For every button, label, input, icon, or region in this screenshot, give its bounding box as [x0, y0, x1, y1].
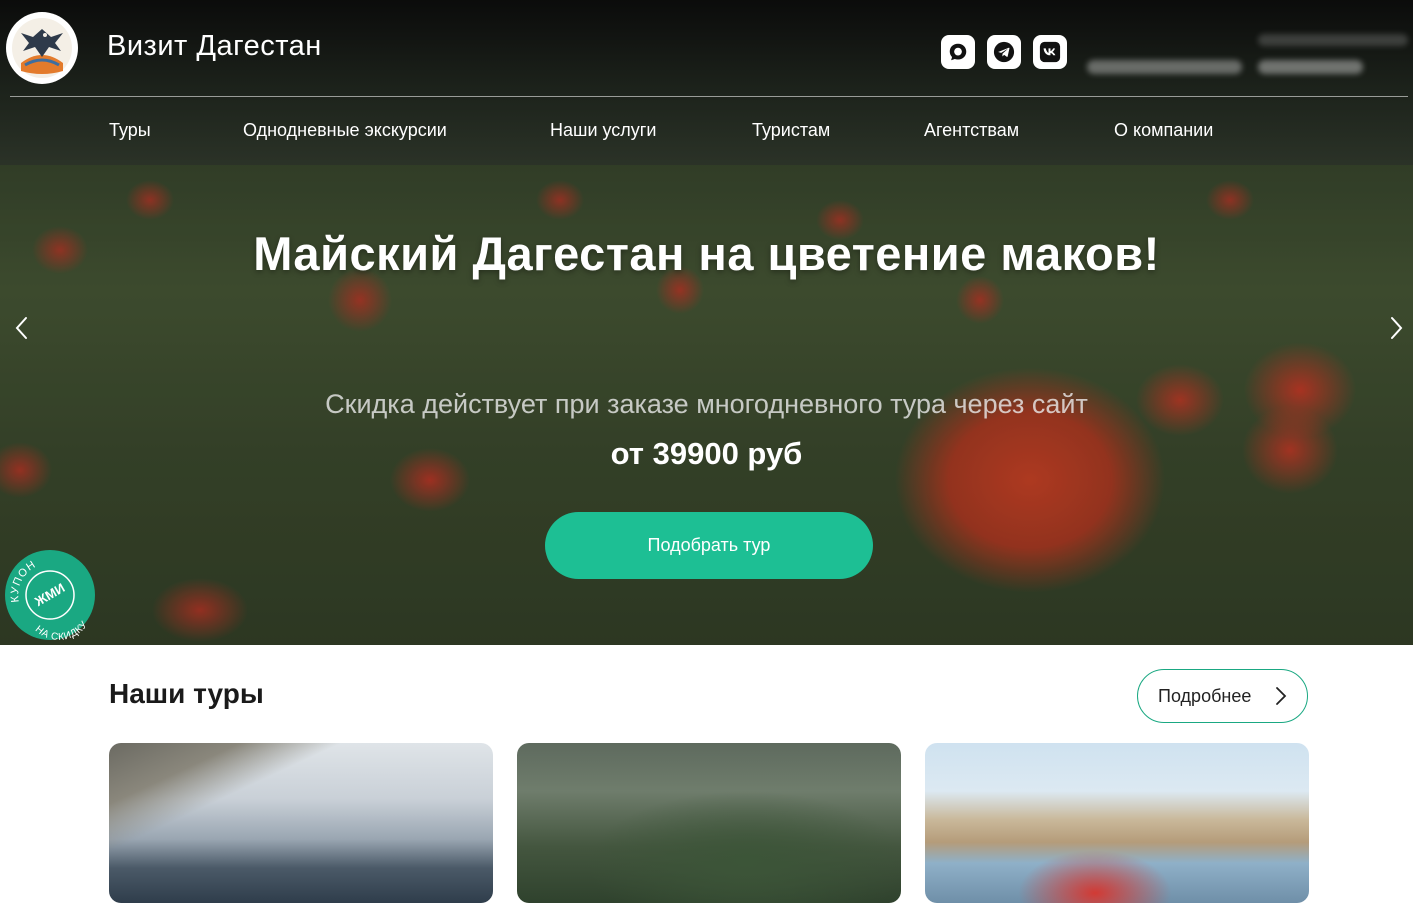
hidden-email[interactable]: [1087, 60, 1242, 74]
svg-text:НА СКИДКУ: НА СКИДКУ: [33, 619, 90, 640]
slider-next-arrow[interactable]: [1386, 315, 1406, 341]
nav-item-about[interactable]: О компании: [1114, 120, 1213, 141]
hero-price: от 39900 руб: [610, 436, 803, 471]
telegram-icon: [993, 41, 1015, 63]
vk-icon: [1039, 41, 1061, 63]
tours-section-title: Наши туры: [109, 678, 264, 709]
tour-card-2[interactable]: [517, 743, 901, 903]
tour-card-image: [925, 743, 1309, 903]
chevron-right-icon: [1391, 317, 1403, 339]
nav-item-day-excursions[interactable]: Однодневные экскурсии: [243, 120, 447, 141]
nav-item-tours[interactable]: Туры: [109, 120, 151, 141]
nav-item-agencies[interactable]: Агентствам: [924, 120, 1019, 141]
hero-banner: Визит Дагестан Туры Однодневные экскурси…: [0, 0, 1413, 645]
site-title[interactable]: Визит Дагестан: [107, 30, 322, 63]
max-messenger-link[interactable]: [941, 35, 975, 69]
coupon-text-bottom: НА СКИДКУ: [33, 619, 90, 643]
more-tours-label: Подробнее: [1158, 685, 1252, 706]
nav-item-services[interactable]: Наши услуги: [550, 120, 656, 141]
tour-card-image: [109, 743, 493, 903]
nav-item-tourists[interactable]: Туристам: [752, 120, 830, 141]
tour-card-image: [517, 743, 901, 903]
coupon-seal: КУПОН ЖМИ НА СКИДКУ: [9, 558, 90, 643]
hidden-phone[interactable]: [1258, 60, 1363, 74]
chat-bubble-icon: [949, 43, 967, 61]
tour-card-3[interactable]: [925, 743, 1309, 903]
select-tour-button[interactable]: Подобрать тур: [545, 512, 873, 579]
chevron-right-icon: [1276, 687, 1287, 705]
hidden-contact-top: [1258, 34, 1408, 46]
header-divider: [10, 96, 1408, 97]
tour-card-1[interactable]: [109, 743, 493, 903]
eagle-logo-icon: [12, 18, 72, 78]
coupon-text-mid: ЖМИ: [31, 580, 67, 609]
telegram-link[interactable]: [987, 35, 1021, 69]
hero-subline: Скидка действует при заказе многодневног…: [325, 389, 1088, 419]
more-tours-button[interactable]: Подробнее: [1137, 669, 1308, 723]
vk-link[interactable]: [1033, 35, 1067, 69]
coupon-badge[interactable]: КУПОН ЖМИ НА СКИДКУ: [5, 550, 95, 643]
chevron-left-icon: [15, 317, 27, 339]
site-logo[interactable]: [6, 12, 78, 84]
hero-headline: Майский Дагестан на цветение маков!: [253, 227, 1160, 280]
slider-prev-arrow[interactable]: [12, 315, 32, 341]
